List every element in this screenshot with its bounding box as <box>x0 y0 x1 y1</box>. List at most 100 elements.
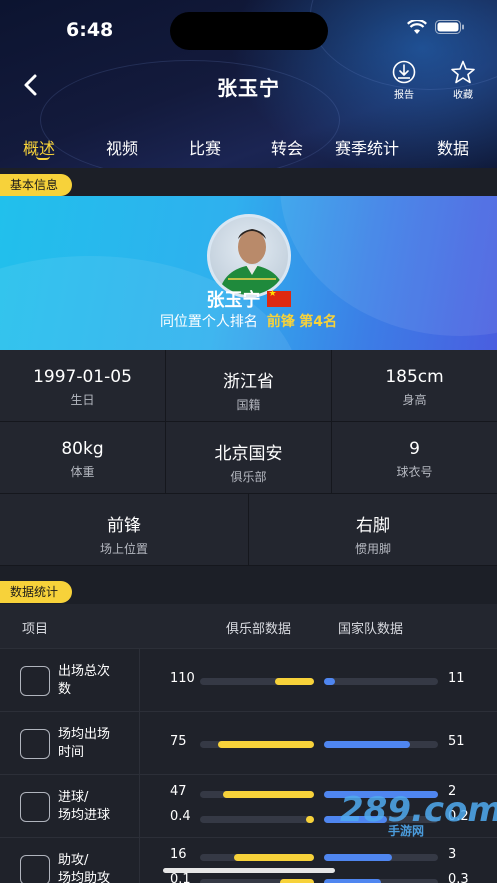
report-button[interactable]: 报告 <box>384 60 424 101</box>
info-label: 球衣号 <box>396 465 433 479</box>
info-label: 场上位置 <box>99 542 148 556</box>
national-value: 3 <box>448 847 457 862</box>
tab-matches[interactable]: 比赛 <box>189 135 221 159</box>
national-bar <box>324 677 336 685</box>
status-bar: 6:48 <box>0 0 497 58</box>
stat-row-text: 出场总次数 <box>58 663 110 699</box>
club-bar <box>218 740 314 748</box>
info-value: 80kg <box>61 439 104 459</box>
stopwatch-icon <box>20 728 50 759</box>
report-label: 报告 <box>394 90 414 101</box>
national-value: 51 <box>448 733 465 749</box>
stat-row: 场均出场时间 75 51 <box>0 711 497 774</box>
status-icons <box>407 20 465 35</box>
basic-info-tag: 基本信息 <box>0 174 73 196</box>
dynamic-island <box>170 12 328 50</box>
info-cell-position: 前锋 场上位置 <box>0 494 249 566</box>
club-value: 110 <box>170 670 195 686</box>
col-club: 俱乐部数据 <box>226 622 292 637</box>
status-time: 6:48 <box>66 19 114 41</box>
info-label: 惯用脚 <box>354 542 391 556</box>
national-value: 11 <box>448 670 465 686</box>
info-cell-birthday: 1997-01-05 生日 <box>0 350 166 422</box>
stat-row-text: 进球/场均进球 <box>58 789 110 825</box>
tab-transfers[interactable]: 转会 <box>271 135 303 159</box>
info-label: 身高 <box>402 393 427 407</box>
stat-label-line1: 进球/ <box>58 789 89 805</box>
stat-row: 出场总次数 110 11 <box>0 648 497 711</box>
player-name-row: 张玉宁 <box>0 286 497 312</box>
national-value: 0.3 <box>448 872 469 883</box>
col-national: 国家队数据 <box>338 622 404 637</box>
club-bar <box>306 816 314 823</box>
position-rank: 同位置个人排名 前锋 第4名 <box>0 311 497 331</box>
download-icon <box>392 60 416 84</box>
rank-position: 前锋 <box>266 314 295 330</box>
wifi-icon <box>407 20 427 34</box>
watermark: 289.com 手游网 <box>340 790 497 839</box>
info-value: 9 <box>409 439 420 459</box>
national-bar <box>324 854 393 861</box>
info-cell-club: 北京国安 俱乐部 <box>166 422 332 494</box>
info-label: 生日 <box>70 393 95 407</box>
club-value: 47 <box>170 784 187 799</box>
favorite-button[interactable]: 收藏 <box>443 60 483 101</box>
rank-value: 第4名 <box>299 314 338 330</box>
info-label: 俱乐部 <box>230 470 267 484</box>
stat-row: 助攻/场均助攻 16 3 0.1 0.3 <box>0 837 497 883</box>
club-value: 75 <box>170 733 187 749</box>
home-indicator <box>163 868 335 873</box>
club-bar <box>279 879 314 883</box>
info-cell-weight: 80kg 体重 <box>0 422 166 494</box>
stat-label-line2: 场均进球 <box>58 807 111 823</box>
stats-table-header: 项目 俱乐部数据 国家队数据 <box>0 604 497 648</box>
china-flag-icon <box>266 289 291 307</box>
stat-row-label: 进球/场均进球 <box>0 775 140 837</box>
ball-icon <box>20 791 50 822</box>
info-cell-jersey: 9 球衣号 <box>332 422 497 494</box>
tab-season-stats[interactable]: 赛季统计 <box>335 135 399 159</box>
tab-video[interactable]: 视频 <box>106 135 138 159</box>
pitch-icon <box>20 665 50 696</box>
stat-row-label: 出场总次数 <box>0 649 140 711</box>
favorite-label: 收藏 <box>453 90 473 101</box>
star-icon <box>451 60 475 84</box>
info-value: 北京国安 <box>214 444 283 464</box>
info-value: 1997-01-05 <box>33 367 132 387</box>
stat-row-label: 助攻/场均助攻 <box>0 838 140 883</box>
club-value: 0.1 <box>170 872 191 883</box>
stat-row-text: 场均出场 时间 <box>58 726 110 762</box>
stat-label-line1: 场均出场 <box>58 726 111 742</box>
stat-label-line1: 出场总次 <box>58 663 111 679</box>
club-value: 16 <box>170 847 187 862</box>
national-bar <box>324 879 381 883</box>
national-bar <box>324 740 410 748</box>
stat-label-line2: 场均助攻 <box>58 870 111 883</box>
info-value: 右脚 <box>356 516 390 536</box>
stat-label-line1: 助攻/ <box>58 852 89 868</box>
info-cell-nationality: 浙江省 国籍 <box>166 350 332 422</box>
club-bar <box>222 791 314 798</box>
national-bar-track <box>324 677 438 685</box>
info-value: 浙江省 <box>223 372 274 392</box>
boot-icon <box>20 854 50 883</box>
stat-row-label: 场均出场 时间 <box>0 712 140 774</box>
info-cell-height: 185cm 身高 <box>332 350 497 422</box>
active-tab-indicator <box>36 156 50 160</box>
stat-label-line2: 数 <box>58 681 72 697</box>
header: 6:48 张玉宁 报告 收藏 概述 视频 比赛 转会 赛季统计 数据 <box>0 0 497 168</box>
club-bar <box>234 854 314 861</box>
info-label: 体重 <box>70 465 95 479</box>
tab-data[interactable]: 数据 <box>437 135 469 159</box>
club-bar <box>275 677 314 685</box>
club-bar-track <box>200 816 314 823</box>
club-value: 0.4 <box>170 809 191 824</box>
info-value: 185cm <box>385 367 444 387</box>
info-label: 国籍 <box>236 398 261 412</box>
info-cell-foot: 右脚 惯用脚 <box>249 494 497 566</box>
stat-label-line2: 时间 <box>58 744 85 760</box>
info-value: 前锋 <box>107 516 141 536</box>
rank-prefix: 同位置个人排名 <box>159 314 258 330</box>
battery-icon <box>435 20 464 34</box>
stats-tag: 数据统计 <box>0 581 73 603</box>
